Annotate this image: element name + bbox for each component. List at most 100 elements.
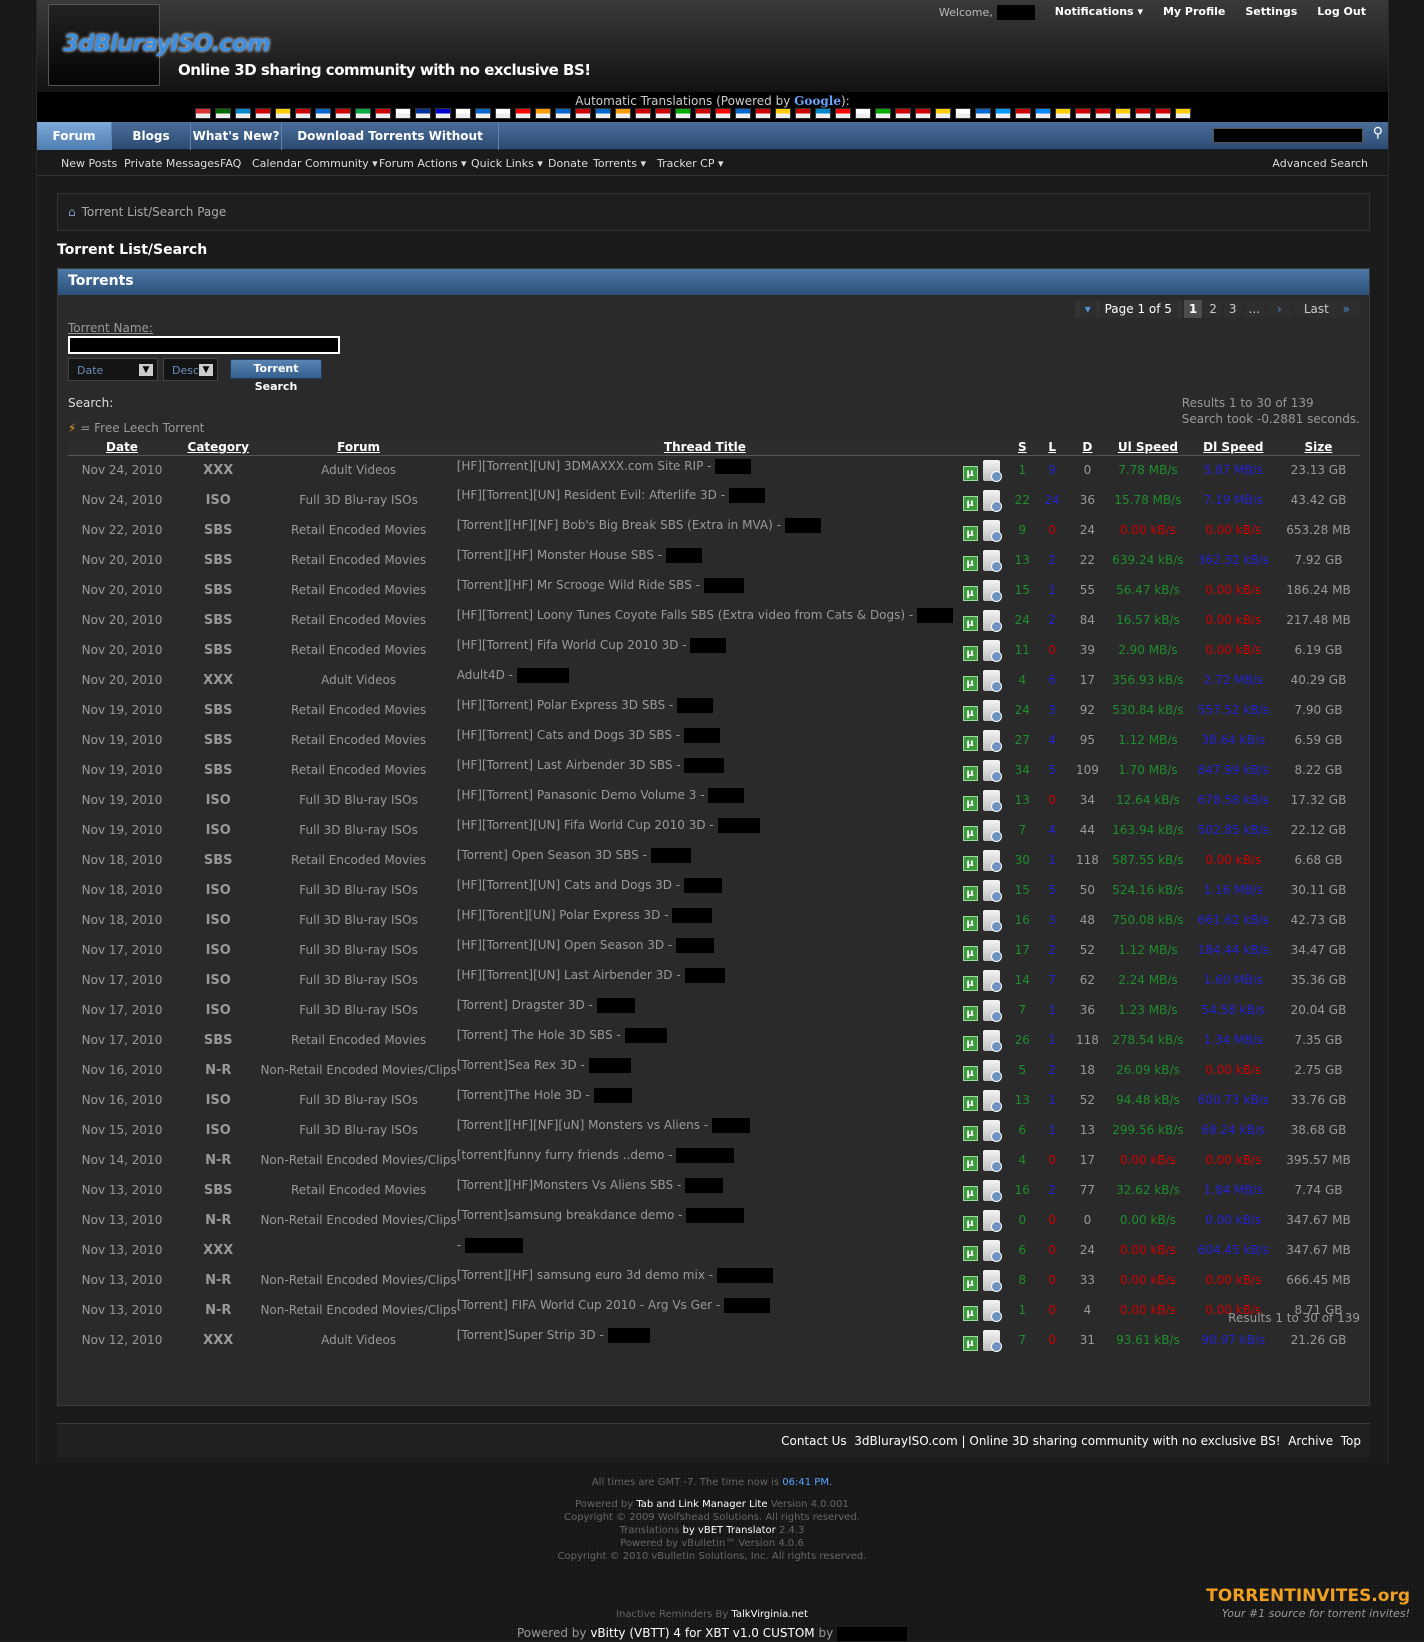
row-category[interactable]: SBS (176, 605, 260, 635)
row-thread-title[interactable]: [HF][Torrent][UN] Cats and Dogs 3D - (457, 875, 953, 905)
thread-title-text[interactable]: [Torrent] FIFA World Cup 2010 - Arg Vs G… (457, 1298, 721, 1312)
subnav-private-messages[interactable]: Private Messages (124, 157, 220, 170)
flag-icon[interactable] (1155, 108, 1171, 119)
utorrent-icon[interactable]: µ (962, 675, 978, 691)
thread-title-text[interactable]: [Torrent][HF] Monster House SBS - (457, 548, 662, 562)
subnav-community[interactable]: Community (305, 157, 378, 170)
col-date[interactable]: Date (68, 439, 176, 456)
archive-link[interactable]: Archive (1288, 1434, 1333, 1448)
row-category[interactable]: ISO (176, 1115, 260, 1145)
row-thread-title[interactable]: [torrent]funny furry friends ..demo - (457, 1145, 953, 1175)
subnav-quick-links[interactable]: Quick Links (471, 157, 543, 170)
flag-icon[interactable] (615, 108, 631, 119)
download-torrent-icon[interactable] (982, 789, 1002, 812)
torrentinvites-logo[interactable]: TORRENTINVITES.org (1206, 1586, 1410, 1606)
tab-whats-new[interactable]: What's New? (191, 122, 282, 150)
site-slogan-link[interactable]: Online 3D sharing community with no excl… (969, 1434, 1280, 1448)
flag-icon[interactable] (235, 108, 251, 119)
download-torrent-icon[interactable] (982, 729, 1002, 752)
row-forum[interactable]: Non-Retail Encoded Movies/Clips (260, 1055, 456, 1085)
row-thread-title[interactable]: - (457, 1235, 953, 1265)
row-forum[interactable]: Retail Encoded Movies (260, 635, 456, 665)
utorrent-icon[interactable]: µ (962, 1215, 978, 1231)
next-page-button[interactable]: › (1267, 300, 1292, 318)
flag-icon[interactable] (415, 108, 431, 119)
thread-title-text[interactable]: [Torrent][HF][NF] Bob's Big Break SBS (E… (457, 518, 781, 532)
flag-icon[interactable] (375, 108, 391, 119)
download-torrent-icon[interactable] (982, 819, 1002, 842)
notifications-link[interactable]: Notifications ▾ (1055, 5, 1143, 20)
download-torrent-icon[interactable] (982, 1209, 1002, 1232)
download-torrent-icon[interactable] (982, 1329, 1002, 1352)
row-thread-title[interactable]: [Torrent][HF][NF] Bob's Big Break SBS (E… (457, 515, 953, 545)
thread-title-text[interactable]: [HF][Torrent] Last Airbender 3D SBS - (457, 758, 681, 772)
row-forum[interactable]: Retail Encoded Movies (260, 545, 456, 575)
row-forum[interactable]: Adult Videos (260, 1325, 456, 1355)
download-torrent-icon[interactable] (982, 1149, 1002, 1172)
utorrent-icon[interactable]: µ (962, 915, 978, 931)
sort-order-select[interactable]: Desc ▼ (163, 358, 218, 381)
row-forum[interactable]: Full 3D Blu-ray ISOs (260, 995, 456, 1025)
vbitty-link[interactable]: vBitty (VBTT) 4 for XBT v1.0 CUSTOM (590, 1626, 814, 1640)
row-thread-title[interactable]: [HF][Torrent][UN] Fifa World Cup 2010 3D… (457, 815, 953, 845)
thread-title-text[interactable]: [Torrent]Super Strip 3D - (457, 1328, 604, 1342)
flag-icon[interactable] (275, 108, 291, 119)
download-torrent-icon[interactable] (982, 909, 1002, 932)
thread-title-text[interactable]: Adult4D - (457, 668, 513, 682)
row-thread-title[interactable]: [HF][Torrent] Polar Express 3D SBS - (457, 695, 953, 725)
flag-icon[interactable] (1075, 108, 1091, 119)
col-leechers[interactable]: L (1035, 439, 1069, 456)
flag-icon[interactable] (795, 108, 811, 119)
row-thread-title[interactable]: [Torrent] Open Season 3D SBS - (457, 845, 953, 875)
row-thread-title[interactable]: [Torrent] FIFA World Cup 2010 - Arg Vs G… (457, 1295, 953, 1325)
flag-icon[interactable] (1175, 108, 1191, 119)
settings-link[interactable]: Settings (1245, 5, 1297, 20)
thread-title-text[interactable]: [HF][Torrent] Polar Express 3D SBS - (457, 698, 674, 712)
row-thread-title[interactable]: [Torrent] Dragster 3D - (457, 995, 953, 1025)
download-torrent-icon[interactable] (982, 1269, 1002, 1292)
quick-search-input[interactable] (1213, 128, 1363, 143)
row-thread-title[interactable]: [Torrent][HF][NF][uN] Monsters vs Aliens… (457, 1115, 953, 1145)
utorrent-icon[interactable]: µ (962, 1125, 978, 1141)
thread-title-text[interactable]: [torrent]funny furry friends ..demo - (457, 1148, 673, 1162)
utorrent-icon[interactable]: µ (962, 525, 978, 541)
row-category[interactable]: ISO (176, 935, 260, 965)
row-forum[interactable]: Full 3D Blu-ray ISOs (260, 815, 456, 845)
download-torrent-icon[interactable] (982, 1059, 1002, 1082)
page-link-3[interactable]: 3 (1223, 300, 1242, 318)
row-thread-title[interactable]: [HF][Torrent] Last Airbender 3D SBS - (457, 755, 953, 785)
subnav-donate[interactable]: Donate (548, 157, 588, 170)
row-category[interactable]: SBS (176, 755, 260, 785)
sort-field-select[interactable]: Date ▼ (68, 358, 158, 381)
download-torrent-icon[interactable] (982, 879, 1002, 902)
subnav-new-posts[interactable]: New Posts (61, 157, 117, 170)
row-category[interactable]: ISO (176, 485, 260, 515)
page-jump-dropdown[interactable]: ▾ Page 1 of 5 (1074, 300, 1182, 318)
row-category[interactable]: SBS (176, 695, 260, 725)
thread-title-text[interactable]: [Torrent] The Hole 3D SBS - (457, 1028, 621, 1042)
utorrent-icon[interactable]: µ (962, 1275, 978, 1291)
utorrent-icon[interactable]: µ (962, 495, 978, 511)
flag-icon[interactable] (555, 108, 571, 119)
thread-title-text[interactable]: [Torrent]samsung breakdance demo - (457, 1208, 683, 1222)
thread-title-text[interactable]: [Torrent][HF] Mr Scrooge Wild Ride SBS - (457, 578, 700, 592)
flag-icon[interactable] (455, 108, 471, 119)
utorrent-icon[interactable]: µ (962, 465, 978, 481)
row-forum[interactable]: Retail Encoded Movies (260, 845, 456, 875)
utorrent-icon[interactable]: µ (962, 1335, 978, 1351)
last-page-link[interactable]: Last » (1293, 300, 1360, 318)
credit-link[interactable]: Tab and Link Manager Lite (636, 1499, 767, 1510)
thread-title-text[interactable]: [Torrent][HF] samsung euro 3d demo mix - (457, 1268, 713, 1282)
row-category[interactable]: N-R (176, 1055, 260, 1085)
utorrent-icon[interactable]: µ (962, 1095, 978, 1111)
flag-icon[interactable] (675, 108, 691, 119)
my-profile-link[interactable]: My Profile (1163, 5, 1225, 20)
flag-icon[interactable] (195, 108, 211, 119)
row-forum[interactable] (260, 1235, 456, 1265)
thread-title-text[interactable]: [HF][Torrent] Loony Tunes Coyote Falls S… (457, 608, 914, 622)
row-category[interactable]: SBS (176, 575, 260, 605)
home-icon[interactable]: ⌂ (68, 205, 76, 219)
row-category[interactable]: SBS (176, 635, 260, 665)
thread-title-text[interactable]: [HF][Torrent][UN] 3DMAXXX.com Site RIP - (457, 459, 712, 473)
subnav-calendar[interactable]: Calendar (252, 157, 301, 170)
